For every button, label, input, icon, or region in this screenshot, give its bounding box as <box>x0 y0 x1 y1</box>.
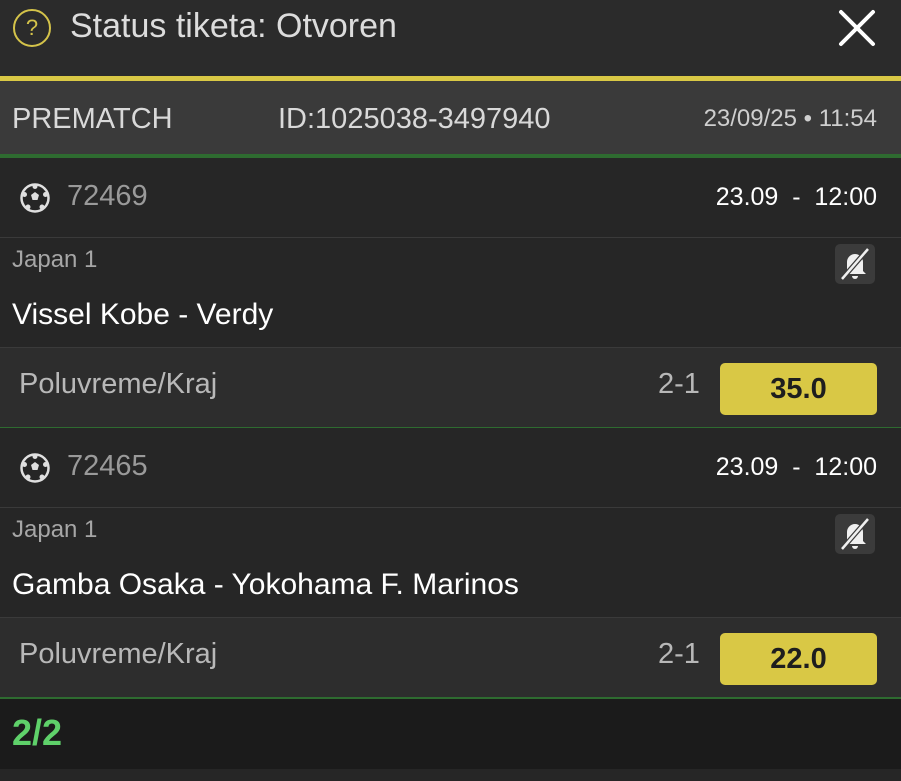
market-name: Poluvreme/Kraj <box>19 368 218 400</box>
event-code: 72465 <box>67 450 148 482</box>
header-bar: ? Status tiketa: Otvoren <box>0 0 901 76</box>
events-count: 2/2 <box>12 712 63 753</box>
soccer-ball-icon <box>20 183 50 213</box>
bell-off-icon[interactable] <box>835 514 875 554</box>
ticket-footer: 2/2 <box>0 699 901 769</box>
event-details: Japan 1 Gamba Osaka - Yokohama F. Marino… <box>0 508 901 618</box>
pick-value: 2-1 <box>658 638 700 670</box>
event-header: 72465 23.09 - 12:00 <box>0 428 901 508</box>
odds-badge: 35.0 <box>720 363 877 415</box>
ticket-status-title: Status tiketa: Otvoren <box>70 7 397 45</box>
market-name: Poluvreme/Kraj <box>19 638 218 670</box>
event-header: 72469 23.09 - 12:00 <box>0 158 901 238</box>
ticket-datetime: 23/09/25 • 11:54 <box>703 105 877 132</box>
event-code: 72469 <box>67 180 148 212</box>
league-name: Japan 1 <box>12 516 98 543</box>
ticket-type: PREMATCH <box>12 103 173 135</box>
soccer-ball-icon <box>20 453 50 483</box>
bottom-strip <box>0 769 901 781</box>
match-name: Gamba Osaka - Yokohama F. Marinos <box>12 568 519 601</box>
pick-value: 2-1 <box>658 368 700 400</box>
bell-off-icon[interactable] <box>835 244 875 284</box>
ticket-id: ID:1025038-3497940 <box>278 103 551 135</box>
event-time: 23.09 - 12:00 <box>715 183 877 211</box>
match-name: Vissel Kobe - Verdy <box>12 298 274 331</box>
question-circle-icon[interactable]: ? <box>13 9 51 47</box>
odds-badge: 22.0 <box>720 633 877 685</box>
event-details: Japan 1 Vissel Kobe - Verdy <box>0 238 901 348</box>
league-name: Japan 1 <box>12 246 98 273</box>
bet-row: Poluvreme/Kraj 2-1 35.0 <box>0 348 901 429</box>
event-time: 23.09 - 12:00 <box>715 453 877 481</box>
ticket-meta-bar: PREMATCH ID:1025038-3497940 23/09/25 • 1… <box>0 81 901 154</box>
bet-row: Poluvreme/Kraj 2-1 22.0 <box>0 618 901 699</box>
close-icon[interactable] <box>834 5 880 51</box>
